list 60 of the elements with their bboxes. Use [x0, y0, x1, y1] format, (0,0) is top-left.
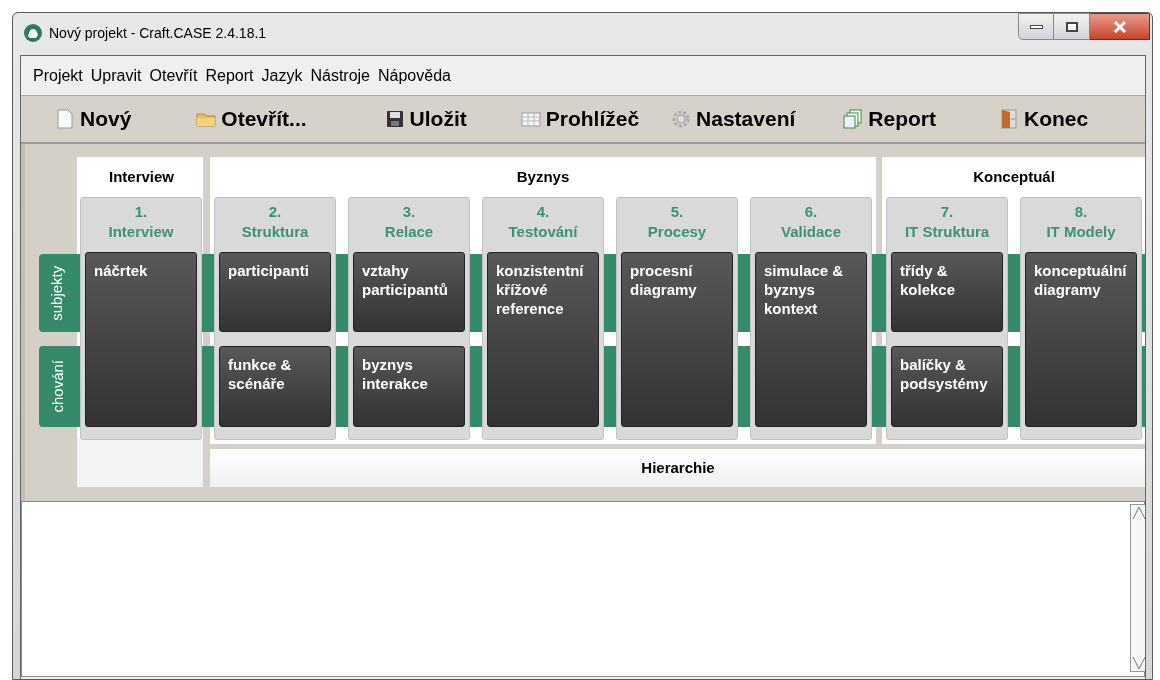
phase-card[interactable]: balíčky & podsystémy: [891, 346, 1003, 427]
phase-card[interactable]: funkce & scénáře: [219, 346, 331, 427]
group-title: Konceptuál: [973, 166, 1055, 187]
phase-card[interactable]: simulace & byznys kontext: [755, 252, 867, 427]
lane-label: subjekty: [47, 265, 67, 321]
toolbar-button[interactable]: Konec: [999, 103, 1089, 135]
phase-card[interactable]: třídy & kolekce: [891, 252, 1003, 332]
phase-card[interactable]: vztahy participantů: [353, 252, 465, 332]
menu-item[interactable]: Jazyk: [257, 63, 307, 88]
menu-item[interactable]: Nástroje: [306, 63, 374, 88]
window-title: Nový projekt - Craft.CASE 2.4.18.1: [49, 23, 267, 43]
lane-label: chování: [47, 360, 67, 413]
hierarchy-bar[interactable]: Hierarchie: [210, 449, 1145, 487]
menu-item[interactable]: Otevřít: [145, 63, 202, 88]
close-button[interactable]: [1090, 13, 1150, 40]
door-icon: [999, 108, 1019, 130]
phase-title: Interview: [108, 222, 174, 242]
phase-number: 6.: [804, 202, 818, 222]
phase-title: IT Modely: [1046, 222, 1116, 242]
menu-item[interactable]: Nápověda: [374, 63, 455, 88]
toolbar-button[interactable]: Uložit: [384, 103, 467, 135]
toolbar-button[interactable]: Nový: [55, 103, 132, 135]
menu-item[interactable]: Report: [201, 63, 258, 88]
phase-number: 2.: [268, 202, 282, 222]
phase-number: 7.: [940, 202, 954, 222]
phase-number: 1.: [134, 202, 148, 222]
phase-title: IT Struktura: [904, 222, 990, 242]
phase-card[interactable]: procesní diagramy: [621, 252, 733, 427]
toolbar-button[interactable]: Prohlížeč: [520, 103, 640, 135]
close-icon: [1112, 20, 1127, 33]
phase-title: Relace: [384, 222, 434, 242]
phase-number: 8.: [1074, 202, 1088, 222]
toolbar-button[interactable]: Report: [843, 103, 936, 135]
app-logo-icon: [23, 23, 43, 43]
menu-item[interactable]: Projekt: [29, 63, 87, 88]
document-icon: [55, 108, 75, 130]
phase-number: 5.: [670, 202, 684, 222]
phase-title: Procesy: [647, 222, 707, 242]
maximize-button[interactable]: [1054, 13, 1090, 40]
gear-icon: [671, 108, 692, 130]
phase-card[interactable]: konceptuální diagramy: [1025, 252, 1137, 427]
toolbar-button[interactable]: Otevřít...: [196, 103, 307, 135]
phase-card[interactable]: participanti: [219, 252, 331, 332]
minimize-button[interactable]: [1018, 13, 1054, 40]
phase-card[interactable]: náčrtek: [85, 252, 197, 427]
phase-number: 3.: [402, 202, 416, 222]
phase-number: 4.: [536, 202, 550, 222]
toolbar-button[interactable]: Nastavení: [671, 103, 796, 135]
scroll-up-icon[interactable]: [1131, 505, 1145, 521]
scroll-down-icon[interactable]: [1131, 655, 1145, 671]
pages-icon: [843, 108, 864, 130]
phase-title: Struktura: [241, 222, 309, 242]
group-title: Byznys: [516, 166, 570, 187]
menu-item[interactable]: Upravit: [86, 63, 146, 88]
phase-card[interactable]: konzistentní křížové reference: [487, 252, 599, 427]
phase-card[interactable]: byznys interakce: [353, 346, 465, 427]
phase-title: Validace: [780, 222, 841, 242]
vertical-scrollbar[interactable]: [1130, 504, 1145, 672]
group-title: Interview: [109, 166, 174, 187]
phase-title: Testování: [508, 222, 578, 242]
